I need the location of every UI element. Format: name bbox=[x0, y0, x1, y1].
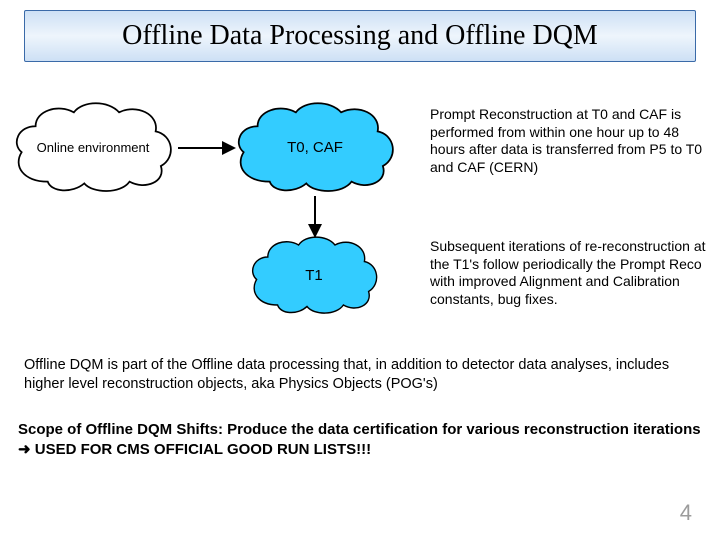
scope-part1: Scope of Offline DQM Shifts: Produce the… bbox=[18, 421, 701, 438]
scope-part2: USED FOR CMS OFFICIAL GOOD RUN LISTS!!! bbox=[31, 441, 372, 458]
slide-number: 4 bbox=[680, 500, 692, 526]
cloud-online-label: Online environment bbox=[6, 95, 180, 199]
cloud-online-environment: Online environment bbox=[6, 95, 180, 199]
arrow-right-inline-icon: ➜ bbox=[18, 440, 31, 460]
title-banner: Offline Data Processing and Offline DQM bbox=[24, 10, 696, 62]
cloud-t0-caf: T0, CAF bbox=[228, 95, 402, 199]
description-t0caf: Prompt Reconstruction at T0 and CAF is p… bbox=[430, 106, 708, 176]
description-t1: Subsequent iterations of re-reconstructi… bbox=[430, 238, 708, 308]
cloud-t1: T1 bbox=[244, 230, 384, 320]
paragraph-scope: Scope of Offline DQM Shifts: Produce the… bbox=[18, 420, 702, 461]
cloud-t1-label: T1 bbox=[244, 230, 384, 320]
paragraph-offline-dqm: Offline DQM is part of the Offline data … bbox=[24, 356, 696, 394]
cloud-t0caf-label: T0, CAF bbox=[228, 95, 402, 199]
page-title: Offline Data Processing and Offline DQM bbox=[122, 20, 598, 52]
